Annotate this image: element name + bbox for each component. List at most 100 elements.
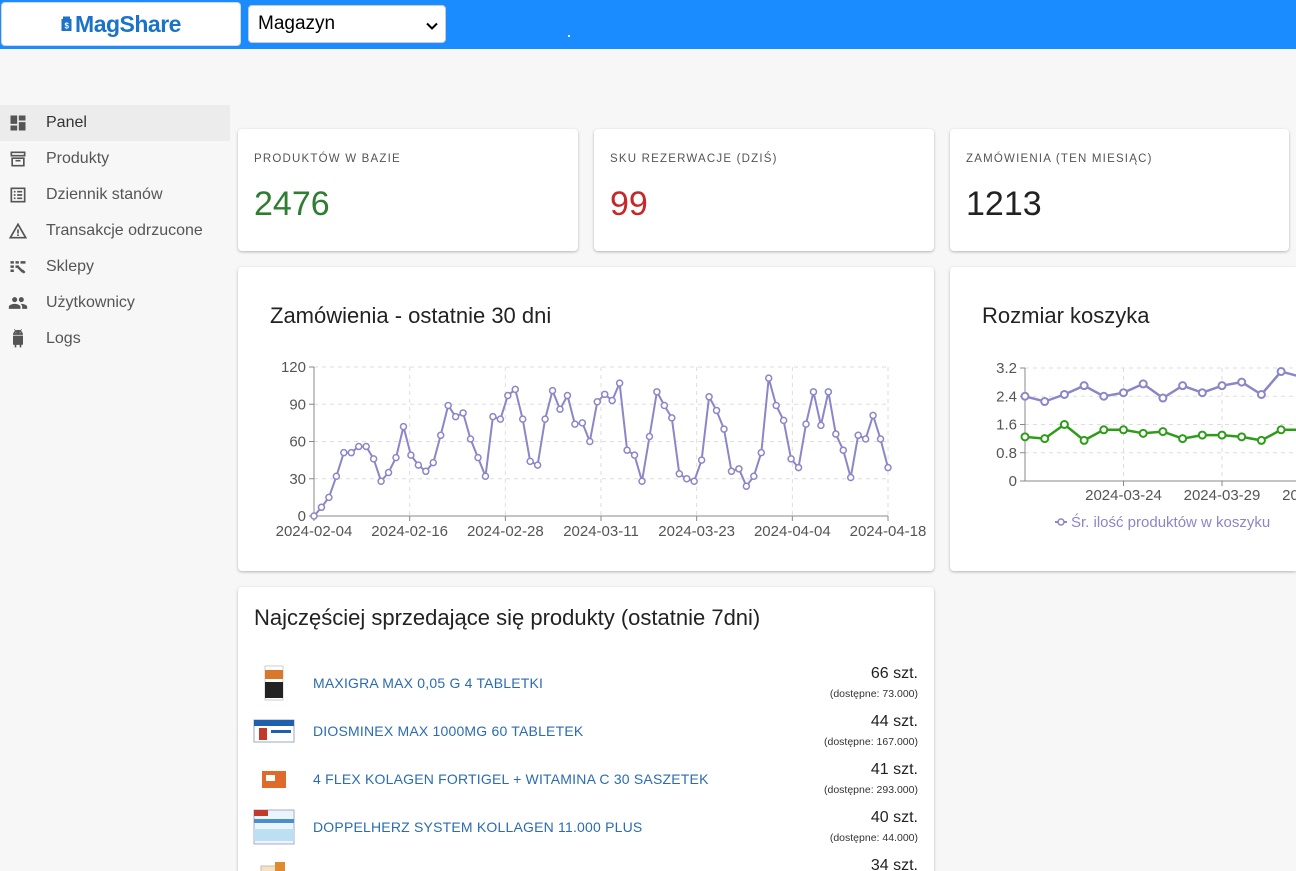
data-point [1158,393,1168,403]
data-point [481,472,490,481]
product-thumbnail [252,807,296,847]
chevron-down-icon [425,17,439,31]
data-point [653,388,661,396]
data-point [489,412,497,421]
product-name-link[interactable]: 4 FLEX KOLAGEN FORTIGEL + WITAMINA C 30 … [313,771,709,787]
data-point [399,422,408,431]
data-point [779,416,788,425]
data-point [817,421,825,430]
store-select[interactable]: Magazyn [248,5,446,43]
data-point [712,406,721,415]
stat-card-orders: ZAMÓWIENIA (TEN MIESIĄC) 1213 [950,129,1289,251]
product-name-link[interactable]: MAXIGRA MAX 0,05 G 4 TABLETKI [313,675,543,691]
y-tick-label: 0 [1009,473,1017,490]
data-point [1020,432,1030,442]
product-available: (dostępne: 293.000) [824,784,918,796]
x-tick-label: 2024-04-04 [754,523,831,540]
data-point [593,398,602,406]
x-tick-label: 2024-02-04 [276,523,353,540]
data-point [310,512,318,520]
sidebar-item-dziennik[interactable]: Dziennik stanów [0,177,230,213]
data-point [839,446,848,454]
data-point [1158,427,1168,437]
data-point [1276,425,1286,435]
product-available: (dostępne: 73.000) [829,688,918,700]
stat-label: PRODUKTÓW W BAZIE [254,153,401,165]
data-point [735,465,743,473]
x-tick-label: 2024-03-29 [1184,487,1261,504]
y-tick-label: 30 [289,471,306,488]
data-point [459,409,467,417]
data-point [727,467,736,476]
data-point [809,388,818,396]
data-point [1138,428,1148,438]
data-point [526,457,534,466]
basket-chart-card: Rozmiar koszyka 0 0.8 1.6 2.4 3.2 2024-03-24 2… [950,267,1296,571]
stat-card-reservations: SKU REZERWACJE (DZIŚ) 99 [594,129,934,251]
data-point [504,391,512,400]
data-point [832,430,840,438]
data-point [861,435,870,443]
sidebar-item-uzytkownicy[interactable]: Użytkownicy [0,285,230,321]
legend-label: Śr. ilość produktów w koszyku [1071,513,1270,531]
data-point [444,401,452,410]
y-tick-label: 0.8 [996,445,1017,462]
data-point [1237,377,1247,387]
data-point [876,435,885,443]
product-qty: 66 szt. [870,665,918,682]
orders-chart-card: Zamówienia - ostatnie 30 dni 2024-02-04 2… [238,267,934,571]
product-name-link[interactable]: DIOSMINEX MAX 1000MG 60 TABLETEK [313,723,583,739]
data-point [787,455,795,463]
data-point [436,431,445,440]
y-tick-label: 1.6 [996,417,1017,434]
data-point [608,396,616,405]
stat-card-products: PRODUKTÓW W BAZIE 2476 [238,129,578,251]
sidebar-item-transakcje[interactable]: Transakcje odrzucone [0,213,230,249]
product-thumbnail [252,855,296,871]
sidebar: Panel Produkty Dziennik stanów Transakcj… [0,105,230,357]
product-row: 4 FLEX KOLAGEN FORTIGEL + WITAMINA C 30 … [238,755,934,803]
stat-label: SKU REZERWACJE (DZIŚ) [610,153,778,165]
data-point [1119,425,1128,435]
logo[interactable]: $ MagShare [1,2,241,46]
data-point [1217,430,1227,440]
sidebar-item-sklepy[interactable]: Sklepy [0,249,230,285]
store-icon [8,257,28,277]
data-point [794,463,803,472]
android-icon [8,329,28,349]
data-point [720,425,728,433]
data-point [1178,381,1188,391]
data-point [623,446,631,454]
x-tick-label: 2024-03-11 [563,523,639,540]
sidebar-item-label: Transakcje odrzucone [46,222,203,239]
stat-value: 1213 [966,185,1042,223]
product-available: (dostępne: 167.000) [824,736,918,748]
data-point [548,386,557,395]
data-point [429,458,438,467]
data-point [1099,425,1109,435]
sidebar-item-panel[interactable]: Panel [0,105,230,141]
data-point [1178,434,1188,444]
y-tick-label: 60 [289,434,306,451]
data-point [660,401,669,410]
data-point [1256,435,1266,445]
data-point [586,437,594,446]
product-name-link[interactable]: DOPPELHERZ SYSTEM KOLLAGEN 11.000 PLUS [313,819,642,835]
product-qty: 44 szt. [870,713,918,730]
data-point [317,503,326,512]
sidebar-item-label: Sklepy [46,258,95,275]
sidebar-item-logs[interactable]: Logs [0,321,230,357]
x-tick-label: 2024-04-03 [1282,487,1296,504]
top-bar: $ MagShare Magazyn [0,0,1296,49]
data-point [474,453,482,462]
sidebar-item-produkty[interactable]: Produkty [0,141,230,177]
orders-line-chart: 2024-02-04 2024-02-16 2024-02-28 2024-03-11… [276,359,927,540]
data-point [496,415,505,423]
store-select-value: Magazyn [258,13,336,34]
data-point [1197,430,1207,440]
data-point [340,448,348,457]
sidebar-item-label: Logs [46,330,81,347]
data-point [1059,420,1069,429]
data-point [600,390,609,399]
data-point [645,432,654,441]
